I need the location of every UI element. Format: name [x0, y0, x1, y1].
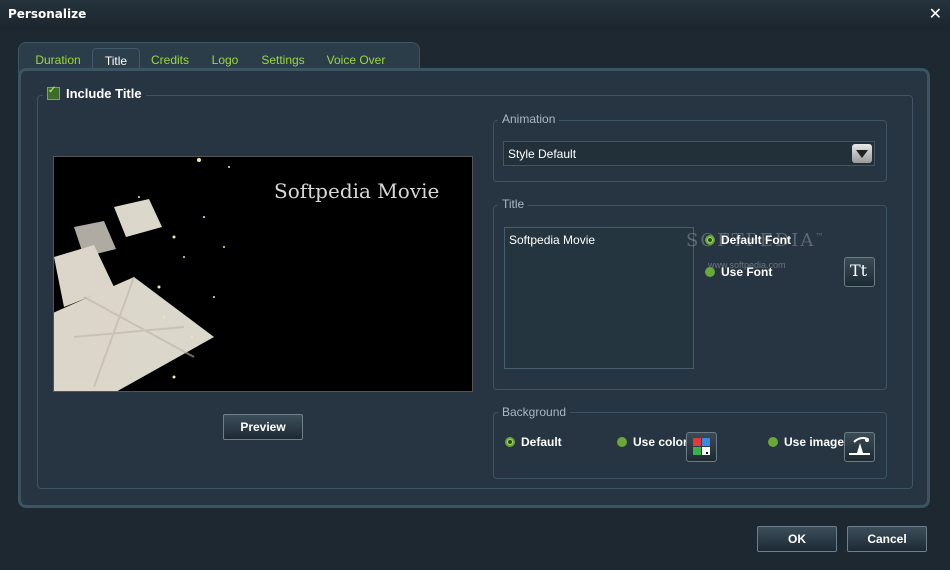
radio-icon[interactable] [768, 437, 778, 447]
radio-icon[interactable] [617, 437, 627, 447]
font-picker-button[interactable]: Tt [844, 257, 875, 287]
use-color-radio[interactable]: Use color [617, 435, 688, 449]
title-bar: Personalize ✕ [0, 0, 950, 30]
image-icon [849, 437, 870, 455]
title-text-input[interactable]: Softpedia Movie [504, 227, 694, 369]
preview-button[interactable]: Preview [223, 414, 303, 440]
use-font-label: Use Font [721, 265, 773, 279]
image-picker-button[interactable] [844, 432, 875, 462]
cancel-button[interactable]: Cancel [847, 526, 927, 552]
default-font-radio[interactable]: Default Font [705, 233, 791, 247]
preview-title-text: Softpedia Movie [274, 179, 440, 203]
background-default-radio[interactable]: Default [505, 435, 562, 449]
background-default-label: Default [521, 435, 562, 449]
use-image-radio[interactable]: Use image [768, 435, 844, 449]
radio-selected-icon[interactable] [505, 437, 515, 447]
animation-style-value: Style Default [508, 147, 577, 161]
checkbox-icon[interactable] [47, 85, 60, 100]
font-icon: Tt [850, 261, 868, 280]
include-title-checkbox[interactable]: Include Title [43, 85, 146, 101]
window-title: Personalize [8, 7, 87, 21]
chevron-down-icon[interactable] [852, 144, 872, 163]
color-picker-button[interactable] [686, 432, 717, 462]
use-color-label: Use color [633, 435, 688, 449]
title-preview: Softpedia Movie [53, 156, 473, 392]
color-palette-icon [693, 438, 710, 455]
watermark-tm: ™ [815, 232, 826, 241]
ok-button[interactable]: OK [757, 526, 837, 552]
animation-legend: Animation [498, 112, 560, 126]
title-legend: Title [498, 197, 529, 211]
animation-style-select[interactable]: Style Default [503, 141, 875, 166]
use-font-radio[interactable]: Use Font [705, 265, 772, 279]
default-font-label: Default Font [721, 233, 791, 247]
background-legend: Background [498, 405, 571, 419]
radio-selected-icon[interactable] [705, 235, 715, 245]
close-icon[interactable]: ✕ [929, 4, 942, 23]
use-image-label: Use image [784, 435, 845, 449]
radio-icon[interactable] [705, 267, 715, 277]
include-title-label: Include Title [66, 86, 142, 101]
